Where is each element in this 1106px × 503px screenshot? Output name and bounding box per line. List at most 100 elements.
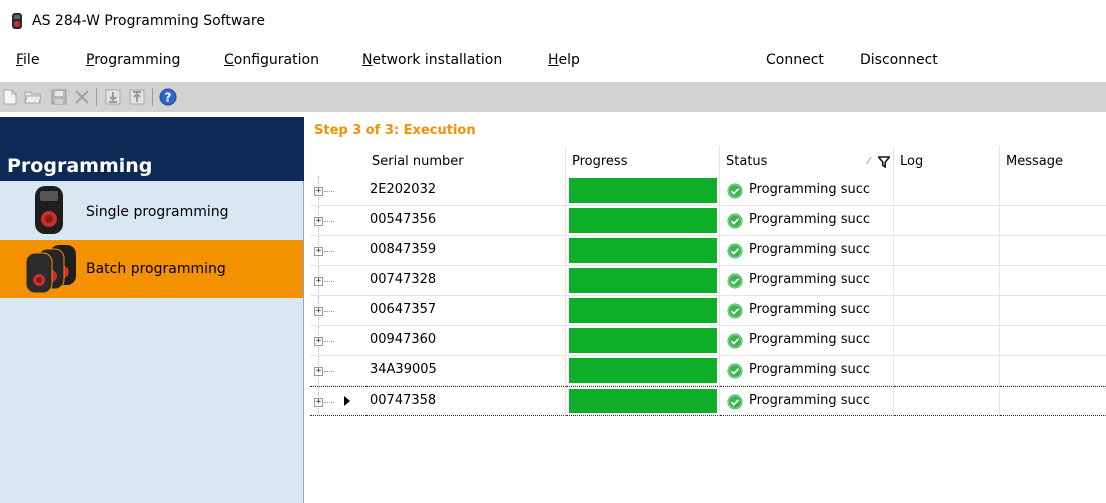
menu-file-label: ile: [23, 52, 40, 68]
column-header-status[interactable]: Status ⁄: [720, 146, 894, 176]
menu-programming-label: rogramming: [94, 52, 181, 68]
table-row[interactable]: +00547356 Programming succ: [310, 206, 1106, 236]
menu-configuration[interactable]: Configuration: [224, 50, 319, 70]
serial-cell[interactable]: 00947360: [366, 326, 566, 356]
sort-ascending-icon[interactable]: ⁄: [868, 146, 870, 178]
status-cell[interactable]: Programming succ: [720, 236, 894, 266]
expand-icon[interactable]: +: [314, 307, 323, 316]
menu-file[interactable]: File: [16, 50, 39, 70]
serial-cell[interactable]: 00847359: [366, 236, 566, 266]
disconnect-button[interactable]: Disconnect: [860, 50, 938, 70]
log-cell[interactable]: [894, 266, 1000, 296]
open-icon[interactable]: [24, 88, 42, 106]
expand-icon[interactable]: +: [314, 217, 323, 226]
serial-cell[interactable]: 00547356: [366, 206, 566, 236]
status-cell[interactable]: Programming succ: [720, 356, 894, 386]
message-cell[interactable]: [1000, 206, 1106, 236]
menu-configuration-label: onfiguration: [233, 52, 319, 68]
menu-network-installation[interactable]: Network installation: [362, 50, 502, 70]
new-icon[interactable]: [1, 88, 19, 106]
table-row[interactable]: +00647357 Programming succ: [310, 296, 1106, 326]
message-cell[interactable]: [1000, 176, 1106, 206]
column-header-serial[interactable]: Serial number: [366, 146, 566, 176]
menu-help[interactable]: Help: [548, 50, 580, 70]
help-icon[interactable]: ?: [159, 88, 177, 106]
tree-line: [324, 402, 334, 403]
current-row-indicator-icon: [344, 396, 350, 406]
sidebar-title: Programming: [7, 155, 153, 177]
message-cell[interactable]: [1000, 296, 1106, 326]
serial-cell[interactable]: 00747358: [366, 386, 566, 416]
serial-number: 00747358: [370, 393, 437, 408]
status-cell[interactable]: Programming succ: [720, 176, 894, 206]
column-header-message[interactable]: Message: [1000, 146, 1106, 176]
serial-number: 00947360: [370, 332, 437, 347]
expand-icon[interactable]: +: [314, 277, 323, 286]
log-cell[interactable]: [894, 386, 1000, 416]
serial-cell[interactable]: 00647357: [366, 296, 566, 326]
download-icon[interactable]: [104, 88, 122, 106]
status-cell[interactable]: Programming succ: [720, 386, 894, 416]
menu-network-label: etwork installation: [372, 52, 503, 68]
serial-cell[interactable]: 2E202032: [366, 176, 566, 206]
connect-button[interactable]: Connect: [766, 50, 824, 70]
expand-icon[interactable]: +: [314, 367, 323, 376]
log-cell[interactable]: [894, 206, 1000, 236]
menu-network-mnemonic: N: [362, 52, 373, 68]
serial-cell[interactable]: 34A39005: [366, 356, 566, 386]
success-check-icon: [727, 303, 743, 319]
sidebar-item-batch-programming[interactable]: Batch programming: [0, 240, 303, 298]
log-cell[interactable]: [894, 176, 1000, 206]
column-header-label: Progress: [572, 154, 628, 169]
progress-cell: [566, 266, 720, 296]
step-title: Step 3 of 3: Execution: [314, 123, 476, 138]
app-icon: [12, 13, 22, 29]
table-row[interactable]: +34A39005 Programming succ: [310, 356, 1106, 386]
status-text: Programming succ: [749, 272, 871, 287]
table-row[interactable]: +2E202032 Programming succ: [310, 176, 1106, 206]
expand-icon[interactable]: +: [314, 398, 323, 407]
serial-cell[interactable]: 00747328: [366, 266, 566, 296]
svg-text:?: ?: [165, 91, 172, 105]
serial-number: 34A39005: [370, 362, 437, 377]
message-cell[interactable]: [1000, 326, 1106, 356]
window-title: AS 284-W Programming Software: [32, 13, 265, 29]
header-spacer: [310, 146, 366, 176]
expand-icon[interactable]: +: [314, 187, 323, 196]
status-cell[interactable]: Programming succ: [720, 206, 894, 236]
row-header: +: [310, 386, 366, 416]
log-cell[interactable]: [894, 356, 1000, 386]
log-cell[interactable]: [894, 296, 1000, 326]
status-cell[interactable]: Programming succ: [720, 296, 894, 326]
table-row[interactable]: +00747358 Programming succ: [310, 386, 1106, 416]
status-text: Programming succ: [749, 212, 871, 227]
table-row[interactable]: +00947360 Programming succ: [310, 326, 1106, 356]
status-text: Programming succ: [749, 362, 871, 377]
expand-icon[interactable]: +: [314, 337, 323, 346]
success-check-icon: [727, 243, 743, 259]
table-row[interactable]: +00747328 Programming succ: [310, 266, 1106, 296]
menu-programming[interactable]: Programming: [86, 50, 180, 70]
message-cell[interactable]: [1000, 356, 1106, 386]
message-cell[interactable]: [1000, 266, 1106, 296]
delete-icon[interactable]: [73, 88, 91, 106]
progress-bar: [569, 328, 717, 353]
sidebar-item-single-programming[interactable]: Single programming: [0, 181, 303, 239]
column-header-progress[interactable]: Progress: [566, 146, 720, 176]
filter-icon[interactable]: [878, 156, 890, 168]
toolbar: ?: [0, 82, 1106, 112]
log-cell[interactable]: [894, 236, 1000, 266]
save-icon[interactable]: [50, 88, 68, 106]
column-header-log[interactable]: Log: [894, 146, 1000, 176]
message-cell[interactable]: [1000, 386, 1106, 416]
log-cell[interactable]: [894, 326, 1000, 356]
progress-cell: [566, 176, 720, 206]
expand-icon[interactable]: +: [314, 247, 323, 256]
message-cell[interactable]: [1000, 236, 1106, 266]
table-row[interactable]: +00847359 Programming succ: [310, 236, 1106, 266]
upload-icon[interactable]: [128, 88, 146, 106]
toolbar-separator: [152, 88, 153, 106]
status-cell[interactable]: Programming succ: [720, 266, 894, 296]
tree-line: [324, 311, 334, 312]
status-cell[interactable]: Programming succ: [720, 326, 894, 356]
